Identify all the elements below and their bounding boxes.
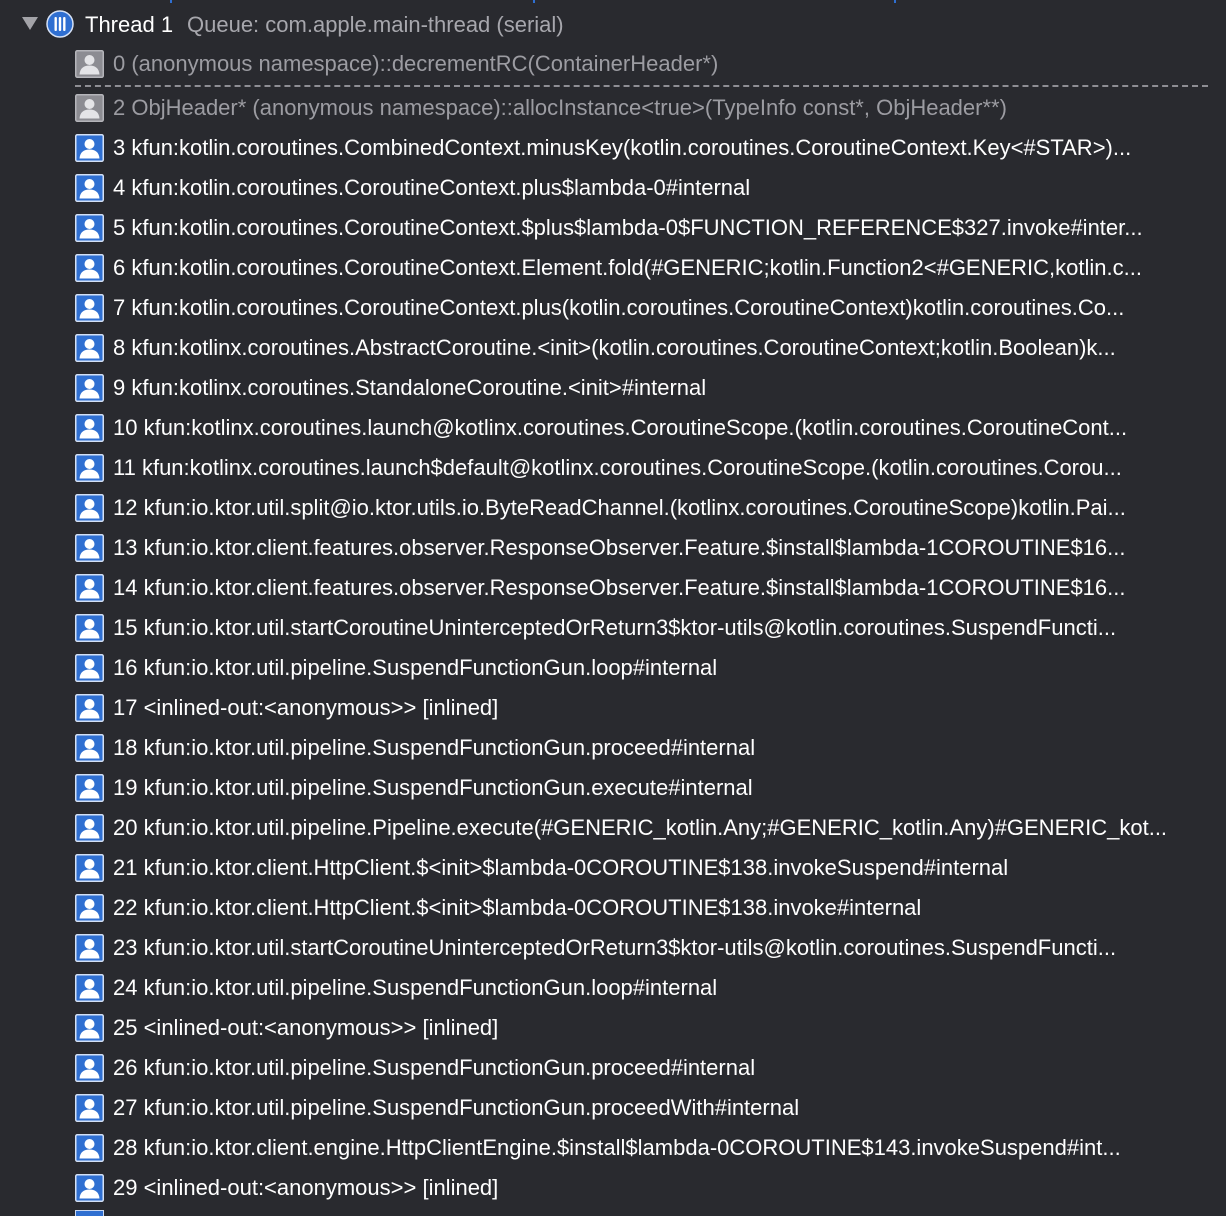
person-icon (75, 1094, 104, 1122)
stack-frame-label: 28 kfun:io.ktor.client.engine.HttpClient… (113, 1135, 1121, 1160)
stack-frame-row[interactable]: 7 kfun:kotlin.coroutines.CoroutineContex… (0, 288, 1226, 328)
person-icon (75, 614, 104, 642)
stack-frame-row[interactable]: 24 kfun:io.ktor.util.pipeline.SuspendFun… (0, 968, 1226, 1008)
stack-frame-label: 21 kfun:io.ktor.client.HttpClient.$<init… (113, 855, 1009, 880)
person-icon (75, 214, 104, 242)
stack-frame-label: 8 kfun:kotlinx.coroutines.AbstractCorout… (113, 335, 1116, 360)
person-icon (75, 734, 104, 762)
person-icon (75, 414, 104, 442)
stack-frame-row[interactable]: 22 kfun:io.ktor.client.HttpClient.$<init… (0, 888, 1226, 928)
stack-frame-label: 12 kfun:io.ktor.util.split@io.ktor.utils… (113, 495, 1126, 520)
person-icon (75, 334, 104, 362)
stack-frame-label: 5 kfun:kotlin.coroutines.CoroutineContex… (113, 215, 1143, 240)
stack-frame-label: 22 kfun:io.ktor.client.HttpClient.$<init… (113, 895, 922, 920)
person-icon (75, 774, 104, 802)
person-icon (75, 894, 104, 922)
person-icon (75, 174, 104, 202)
stack-frame-row[interactable]: 23 kfun:io.ktor.util.startCoroutineUnint… (0, 928, 1226, 968)
stack-frame-row[interactable]: 5 kfun:kotlin.coroutines.CoroutineContex… (0, 208, 1226, 248)
stack-frame-label: 4 kfun:kotlin.coroutines.CoroutineContex… (113, 175, 751, 200)
stack-frame-row[interactable]: 15 kfun:io.ktor.util.startCoroutineUnint… (0, 608, 1226, 648)
person-icon (75, 974, 104, 1002)
person-icon (75, 94, 104, 122)
stack-frame-row[interactable]: 17 <inlined-out:<anonymous>> [inlined] (0, 688, 1226, 728)
stack-frame-label: 14 kfun:io.ktor.client.features.observer… (113, 575, 1126, 600)
person-icon (75, 654, 104, 682)
stack-frame-row[interactable]: 19 kfun:io.ktor.util.pipeline.SuspendFun… (0, 768, 1226, 808)
person-icon (75, 134, 104, 162)
stack-frame-label: 19 kfun:io.ktor.util.pipeline.SuspendFun… (113, 775, 753, 800)
person-icon (75, 1134, 104, 1162)
stack-frame-row[interactable]: 8 kfun:kotlinx.coroutines.AbstractCorout… (0, 328, 1226, 368)
stack-frame-label: 26 kfun:io.ktor.util.pipeline.SuspendFun… (113, 1055, 756, 1080)
person-icon (75, 50, 104, 78)
person-icon (75, 694, 104, 722)
thread-icon (46, 10, 74, 38)
stack-frame-row[interactable]: 12 kfun:io.ktor.util.split@io.ktor.utils… (0, 488, 1226, 528)
stack-frame-list: 0 (anonymous namespace)::decrementRC(Con… (0, 44, 1226, 1208)
stack-frame-row[interactable]: 25 <inlined-out:<anonymous>> [inlined] (0, 1008, 1226, 1048)
person-icon (75, 454, 104, 482)
person-icon (75, 1014, 104, 1042)
stack-frame-row[interactable]: 27 kfun:io.ktor.util.pipeline.SuspendFun… (0, 1088, 1226, 1128)
stack-frame-row[interactable]: 9 kfun:kotlinx.coroutines.StandaloneCoro… (0, 368, 1226, 408)
stack-frame-label: 25 <inlined-out:<anonymous>> [inlined] (113, 1015, 499, 1040)
stack-frame-label: 7 kfun:kotlin.coroutines.CoroutineContex… (113, 295, 1125, 320)
stack-frame-row[interactable]: 28 kfun:io.ktor.client.engine.HttpClient… (0, 1128, 1226, 1168)
person-icon (75, 494, 104, 522)
top-strip-tick (533, 0, 535, 3)
thread-title: Thread 1 (85, 12, 174, 37)
stack-frame-label: 6 kfun:kotlin.coroutines.CoroutineContex… (113, 255, 1142, 280)
stack-frame-row[interactable]: 6 kfun:kotlin.coroutines.CoroutineContex… (0, 248, 1226, 288)
stack-frame-row[interactable]: 14 kfun:io.ktor.client.features.observer… (0, 568, 1226, 608)
stack-frame-row[interactable]: 13 kfun:io.ktor.client.features.observer… (0, 528, 1226, 568)
stack-frame-label: 24 kfun:io.ktor.util.pipeline.SuspendFun… (113, 975, 718, 1000)
person-icon (75, 1210, 104, 1216)
stack-frame-label: 27 kfun:io.ktor.util.pipeline.SuspendFun… (113, 1095, 800, 1120)
top-strip-tick (170, 0, 172, 3)
stack-frame-label: 29 <inlined-out:<anonymous>> [inlined] (113, 1175, 499, 1200)
person-icon (75, 1174, 104, 1202)
thread-row[interactable]: Thread 1 Queue: com.apple.main-thread (s… (0, 4, 1226, 44)
dashed-separator-line (75, 85, 1208, 87)
stack-frame-row[interactable]: 18 kfun:io.ktor.util.pipeline.SuspendFun… (0, 728, 1226, 768)
person-icon (75, 934, 104, 962)
person-icon (75, 534, 104, 562)
stack-frame-row[interactable]: 0 (anonymous namespace)::decrementRC(Con… (0, 44, 1226, 84)
stack-frame-label: 3 kfun:kotlin.coroutines.CombinedContext… (113, 135, 1132, 160)
stack-frame-row[interactable]: 26 kfun:io.ktor.util.pipeline.SuspendFun… (0, 1048, 1226, 1088)
stack-frame-label: 13 kfun:io.ktor.client.features.observer… (113, 535, 1126, 560)
disclosure-triangle-down-icon[interactable] (22, 17, 38, 30)
stack-frame-label: 17 <inlined-out:<anonymous>> [inlined] (113, 695, 499, 720)
stack-frame-row[interactable]: 29 <inlined-out:<anonymous>> [inlined] (0, 1168, 1226, 1208)
top-strip-tick (894, 0, 896, 3)
person-icon (75, 294, 104, 322)
stack-frame-row[interactable]: 20 kfun:io.ktor.util.pipeline.Pipeline.e… (0, 808, 1226, 848)
stack-frame-row[interactable]: 4 kfun:kotlin.coroutines.CoroutineContex… (0, 168, 1226, 208)
stack-frame-label: 20 kfun:io.ktor.util.pipeline.Pipeline.e… (113, 815, 1168, 840)
stack-frame-row[interactable]: 3 kfun:kotlin.coroutines.CombinedContext… (0, 128, 1226, 168)
stack-frame-label: 11 kfun:kotlinx.coroutines.launch$defaul… (113, 455, 1122, 480)
stack-frame-label: 23 kfun:io.ktor.util.startCoroutineUnint… (113, 935, 1117, 960)
stack-frame-label: 9 kfun:kotlinx.coroutines.StandaloneCoro… (113, 375, 707, 400)
stack-frame-row[interactable]: 2 ObjHeader* (anonymous namespace)::allo… (0, 88, 1226, 128)
stack-frame-row[interactable]: 16 kfun:io.ktor.util.pipeline.SuspendFun… (0, 648, 1226, 688)
stack-frame-row[interactable]: 10 kfun:kotlinx.coroutines.launch@kotlin… (0, 408, 1226, 448)
stack-frame-row[interactable]: 11 kfun:kotlinx.coroutines.launch$defaul… (0, 448, 1226, 488)
person-icon (75, 574, 104, 602)
thread-queue-label: Queue: com.apple.main-thread (serial) (187, 12, 564, 37)
stack-frame-label: 18 kfun:io.ktor.util.pipeline.SuspendFun… (113, 735, 756, 760)
person-icon (75, 814, 104, 842)
person-icon (75, 254, 104, 282)
person-icon (75, 854, 104, 882)
stack-frame-label: 2 ObjHeader* (anonymous namespace)::allo… (113, 95, 1007, 120)
stack-frame-label: 0 (anonymous namespace)::decrementRC(Con… (113, 51, 719, 76)
person-icon (75, 1054, 104, 1082)
stack-frame-row[interactable]: 21 kfun:io.ktor.client.HttpClient.$<init… (0, 848, 1226, 888)
stack-frame-label: 10 kfun:kotlinx.coroutines.launch@kotlin… (113, 415, 1128, 440)
stack-frame-label: 15 kfun:io.ktor.util.startCoroutineUnint… (113, 615, 1117, 640)
stack-frame-label: 16 kfun:io.ktor.util.pipeline.SuspendFun… (113, 655, 718, 680)
person-icon (75, 374, 104, 402)
